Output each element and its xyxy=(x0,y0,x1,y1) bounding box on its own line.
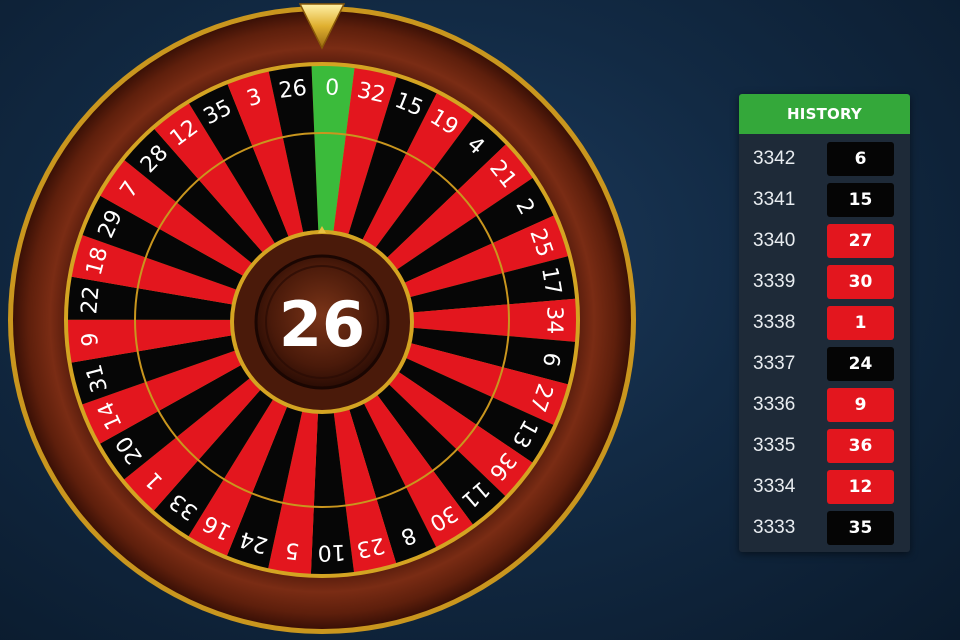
pocket-label: 34 xyxy=(541,306,566,334)
pocket-label: 22 xyxy=(77,285,104,315)
result-badge: 12 xyxy=(827,470,894,504)
round-number: 3333 xyxy=(753,517,796,538)
history-row: 3341 15 xyxy=(739,183,910,217)
result-badge: 24 xyxy=(827,347,894,381)
result-badge: 9 xyxy=(827,388,894,422)
history-row: 3336 9 xyxy=(739,388,910,422)
pocket-label: 26 xyxy=(277,76,308,104)
pocket-label: 17 xyxy=(536,265,565,297)
pocket-label: 9 xyxy=(78,331,104,347)
history-row: 3339 30 xyxy=(739,265,910,299)
history-row: 3342 6 xyxy=(739,142,910,176)
round-number: 3342 xyxy=(753,148,796,169)
roulette-wheel: 0 32 1519421225173462713361130823105241633… xyxy=(8,3,636,634)
history-row: 3338 1 xyxy=(739,306,910,340)
history-row: 3335 36 xyxy=(739,429,910,463)
pocket-label: 0 xyxy=(325,75,340,101)
round-number: 3339 xyxy=(753,271,796,292)
history-row: 3333 35 xyxy=(739,511,910,545)
round-number: 3338 xyxy=(753,312,796,333)
result-badge: 36 xyxy=(827,429,894,463)
history-row: 3337 24 xyxy=(739,347,910,381)
pocket-label: 10 xyxy=(317,539,346,565)
result-badge: 30 xyxy=(827,265,894,299)
round-number: 3336 xyxy=(753,394,796,415)
round-number: 3341 xyxy=(753,189,796,210)
round-number: 3337 xyxy=(753,353,796,374)
history-panel: HISTORY 3342 6 3341 15 3340 27 3339 30 3338 1 3337… xyxy=(739,94,910,552)
current-result: 26 xyxy=(279,288,365,361)
result-badge: 1 xyxy=(827,306,894,340)
round-number: 3340 xyxy=(753,230,796,251)
round-number: 3334 xyxy=(753,476,796,497)
history-title: HISTORY xyxy=(739,94,910,134)
history-row: 3334 12 xyxy=(739,470,910,504)
result-badge: 27 xyxy=(827,224,894,258)
result-badge: 35 xyxy=(827,511,894,545)
history-row: 3340 27 xyxy=(739,224,910,258)
result-badge: 15 xyxy=(827,183,894,217)
result-badge: 6 xyxy=(827,142,894,176)
round-number: 3335 xyxy=(753,435,796,456)
